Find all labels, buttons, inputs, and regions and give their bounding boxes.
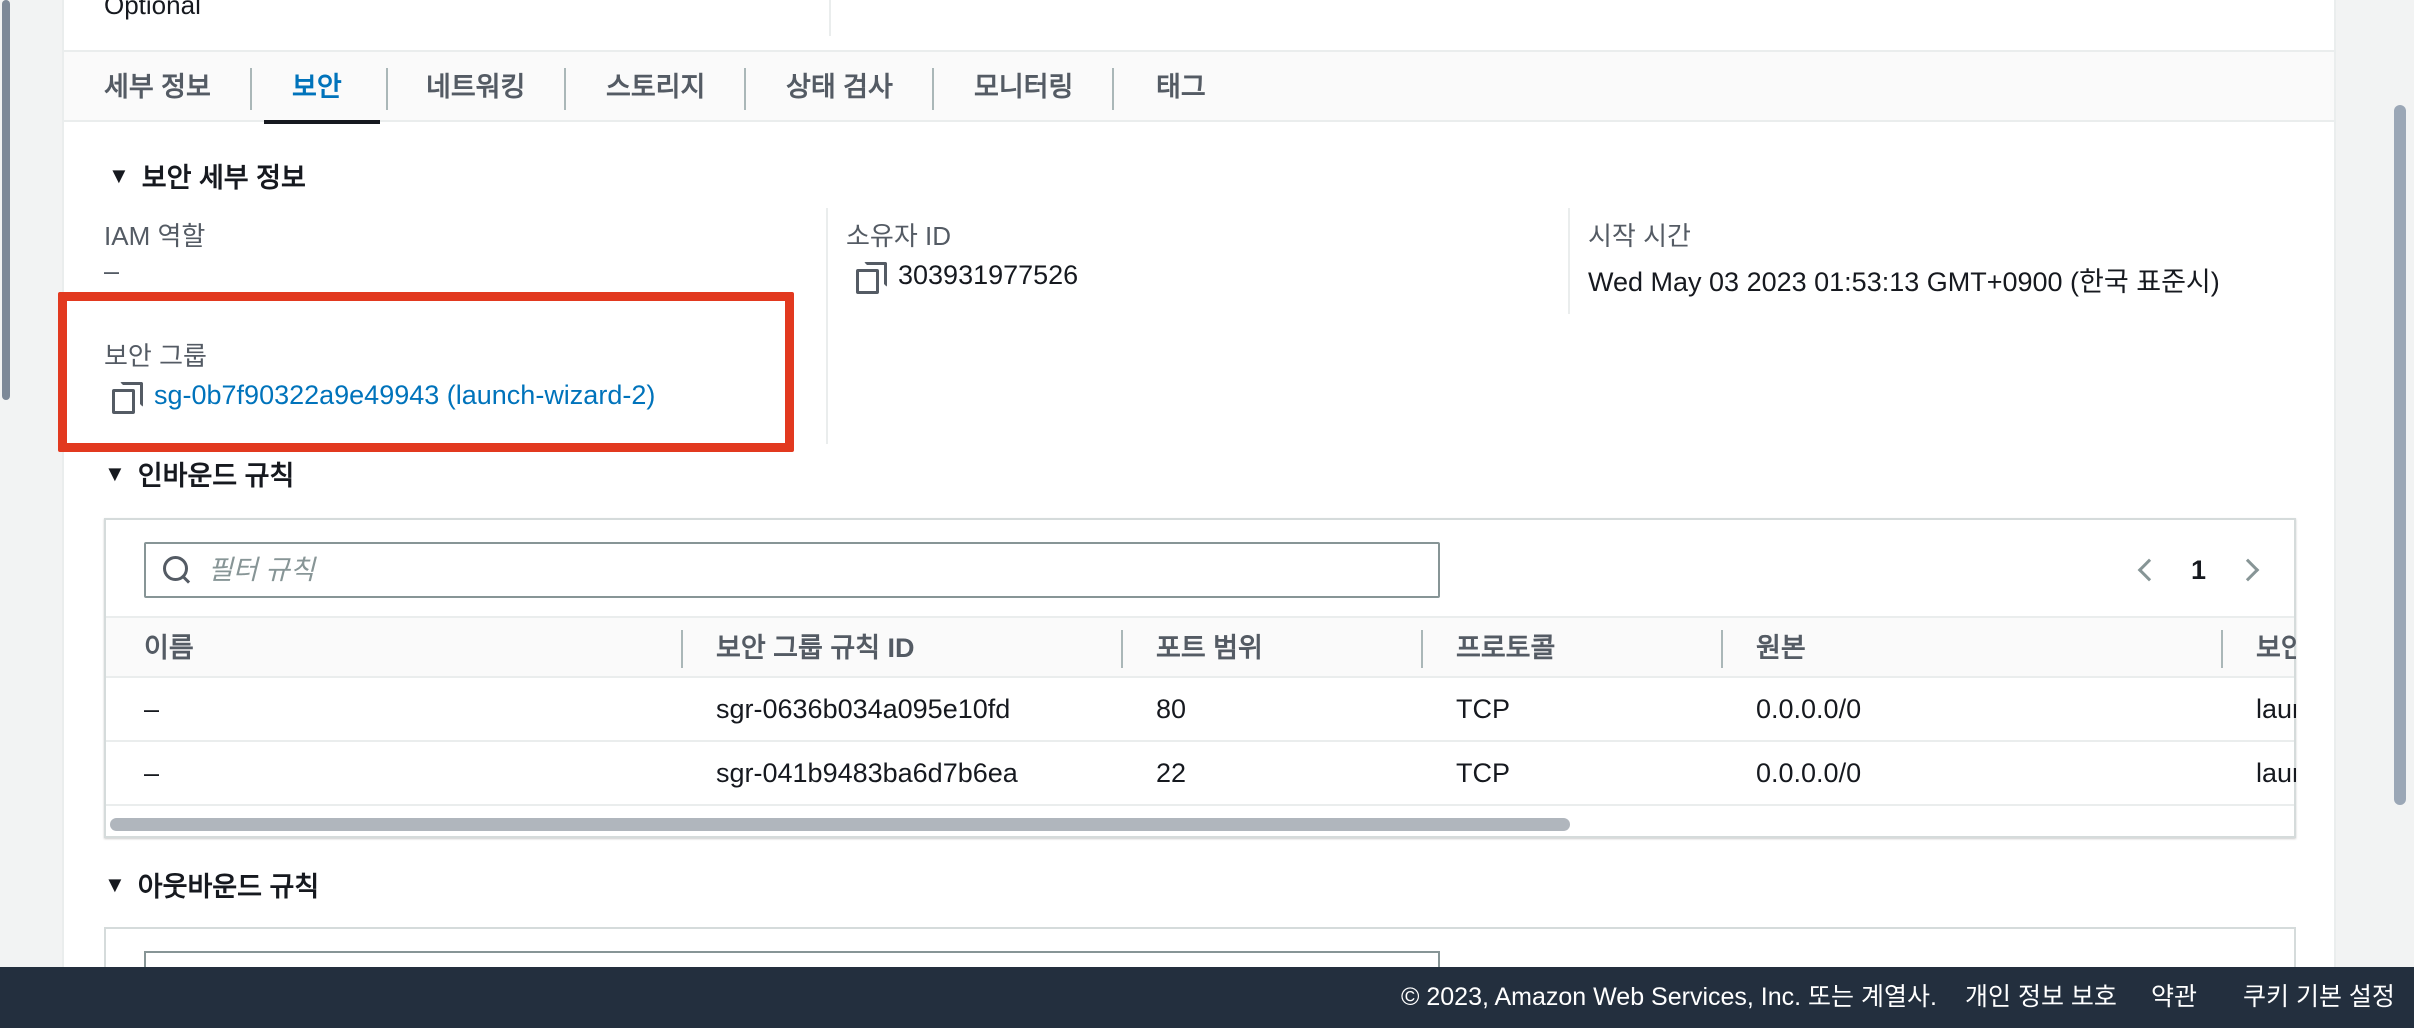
- tab-separator: [1112, 68, 1114, 110]
- cell-name: –: [144, 758, 160, 788]
- tab-separator: [564, 68, 566, 110]
- filter-box: [144, 542, 1440, 598]
- owner-id-text: 303931977526: [898, 260, 1079, 290]
- outbound-rules-header[interactable]: ▼ 아웃바운드 규칙: [104, 865, 319, 904]
- cell-rule-id: sgr-041b9483ba6d7b6ea: [716, 758, 1018, 788]
- tab-separator: [386, 68, 388, 110]
- cell-name: –: [144, 694, 160, 724]
- column-divider: [829, 0, 831, 36]
- column-resizer[interactable]: [1121, 630, 1123, 668]
- inbound-rules-title: 인바운드 규칙: [137, 461, 295, 491]
- tab-separator: [744, 68, 746, 110]
- right-page-edge: [2364, 0, 2414, 1028]
- horizontal-scrollbar[interactable]: [110, 818, 1570, 831]
- previous-section-row: Optional: [64, 0, 2334, 52]
- column-header-security-group[interactable]: 보안: [2256, 618, 2296, 678]
- security-details-header[interactable]: ▼ 보안 세부 정보: [108, 156, 306, 195]
- table-row: – sgr-041b9483ba6d7b6ea 22 TCP 0.0.0.0/0…: [106, 742, 2296, 806]
- page-scrollbar[interactable]: [2394, 105, 2406, 805]
- cell-source: 0.0.0.0/0: [1756, 694, 1862, 724]
- column-resizer[interactable]: [681, 630, 683, 668]
- cell-protocol: TCP: [1456, 758, 1510, 788]
- pagination: 1: [2137, 542, 2260, 598]
- table-header: 이름 보안 그룹 규칙 ID 포트 범위 프로토콜 원본 보안: [106, 616, 2296, 678]
- launch-time-label: 시작 시간: [1588, 221, 1691, 251]
- owner-id-label: 소유자 ID: [846, 221, 951, 251]
- copy-icon[interactable]: [856, 261, 887, 294]
- launch-time-value: Wed May 03 2023 01:53:13 GMT+0900 (한국 표준…: [1588, 267, 2220, 297]
- column-resizer[interactable]: [2221, 630, 2223, 668]
- tab-tags[interactable]: 태그: [1156, 52, 1206, 122]
- chevron-right-icon[interactable]: [2236, 558, 2260, 582]
- cell-port-range: 22: [1156, 758, 1187, 788]
- footer-terms-link[interactable]: 약관: [2151, 967, 2197, 1028]
- column-resizer[interactable]: [1421, 630, 1423, 668]
- cell-port-range: 80: [1156, 694, 1187, 724]
- tab-security[interactable]: 보안: [264, 52, 380, 124]
- column-header-protocol[interactable]: 프로토콜: [1456, 618, 1555, 678]
- footer-cookie-preferences-link[interactable]: 쿠키 기본 설정: [2243, 967, 2395, 1028]
- column-divider: [1568, 208, 1570, 314]
- search-icon: [162, 555, 192, 585]
- inbound-rules-table: 1 이름 보안 그룹 규칙 ID 포트 범위 프로토콜 원본 보안 – sgr-…: [104, 518, 2296, 838]
- inbound-rules-header[interactable]: ▼ 인바운드 규칙: [104, 454, 294, 493]
- tab-separator: [932, 68, 934, 110]
- tab-monitoring[interactable]: 모니터링: [974, 52, 1073, 122]
- cell-source: 0.0.0.0/0: [1756, 758, 1862, 788]
- table-row: – sgr-0636b034a095e10fd 80 TCP 0.0.0.0/0…: [106, 678, 2296, 742]
- tab-status-checks[interactable]: 상태 검사: [786, 52, 893, 122]
- tab-storage[interactable]: 스토리지: [606, 52, 705, 122]
- iam-role-value: –: [104, 256, 120, 286]
- detail-tabs: 세부 정보 보안 네트워킹 스토리지 상태 검사 모니터링 태그: [64, 52, 2334, 124]
- iam-role-label: IAM 역할: [104, 221, 206, 251]
- column-resizer[interactable]: [1721, 630, 1723, 668]
- cell-security-group-link[interactable]: laun: [2256, 678, 2296, 740]
- tab-details[interactable]: 세부 정보: [104, 52, 211, 122]
- security-details-title: 보안 세부 정보: [141, 163, 306, 193]
- instance-details-panel: Optional 세부 정보 보안 네트워킹 스토리지 상태 검사 모니터링 태…: [62, 0, 2336, 1007]
- column-header-port-range[interactable]: 포트 범위: [1156, 618, 1263, 678]
- owner-id-value: 303931977526: [856, 260, 1079, 294]
- highlight-box: [58, 292, 794, 452]
- cell-rule-id: sgr-0636b034a095e10fd: [716, 694, 1011, 724]
- left-scrollbar[interactable]: [2, 0, 10, 400]
- filter-rules-input[interactable]: [208, 554, 1408, 586]
- footer-privacy-link[interactable]: 개인 정보 보호: [1965, 967, 2117, 1028]
- tab-separator: [250, 68, 252, 110]
- column-header-rule-id[interactable]: 보안 그룹 규칙 ID: [716, 618, 915, 678]
- footer: © 2023, Amazon Web Services, Inc. 또는 계열사…: [0, 967, 2414, 1028]
- chevron-left-icon[interactable]: [2137, 558, 2161, 582]
- footer-copyright: © 2023, Amazon Web Services, Inc. 또는 계열사…: [1401, 983, 1937, 1011]
- caret-down-icon: ▼: [108, 162, 130, 188]
- page-number[interactable]: 1: [2191, 555, 2206, 586]
- column-header-name[interactable]: 이름: [144, 618, 194, 678]
- column-header-source[interactable]: 원본: [1756, 618, 1806, 678]
- outbound-rules-title: 아웃바운드 규칙: [137, 872, 320, 902]
- tab-networking[interactable]: 네트워킹: [426, 52, 525, 122]
- caret-down-icon: ▼: [104, 460, 126, 486]
- cell-protocol: TCP: [1456, 694, 1510, 724]
- cell-security-group-link[interactable]: laun: [2256, 742, 2296, 804]
- column-divider: [826, 208, 828, 444]
- caret-down-icon: ▼: [104, 871, 126, 897]
- optional-text: Optional: [104, 0, 201, 20]
